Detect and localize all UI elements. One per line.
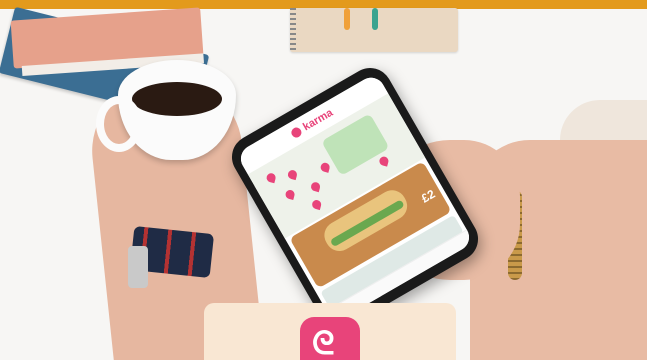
map-pin-icon — [311, 199, 323, 211]
cup-handle — [96, 96, 142, 152]
map-pin-icon — [319, 161, 331, 173]
app-badge-card: ᘓ — [204, 303, 456, 360]
coffee — [132, 82, 222, 116]
karma-logo-icon — [289, 125, 304, 140]
map-pin-icon — [286, 169, 298, 181]
map-pin-icon — [284, 188, 296, 201]
smartphone: karma £2 — [223, 59, 487, 337]
card-price: £2 — [418, 186, 438, 206]
map-pin-icon — [265, 172, 277, 184]
chameleon-glyph: ᘓ — [312, 324, 335, 360]
map-pin-icon — [310, 181, 322, 193]
watch-face — [128, 246, 148, 288]
orange-pen — [344, 8, 350, 30]
teal-pen — [372, 8, 378, 30]
phone-screen: karma £2 — [235, 72, 475, 324]
map-pin-icon — [378, 155, 390, 167]
photo-scene: K karma — [0, 0, 647, 360]
notebook-rings — [290, 8, 296, 52]
karma-chameleon-icon: ᘓ — [300, 317, 360, 360]
